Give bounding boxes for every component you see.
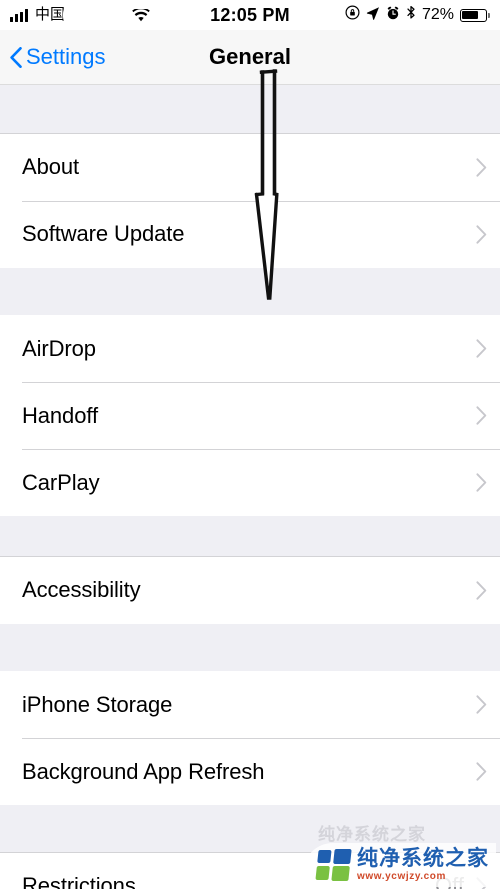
settings-row-label: Handoff xyxy=(22,402,98,428)
windows-squares-logo-icon xyxy=(315,849,352,881)
settings-row-accessibility[interactable]: Accessibility xyxy=(0,556,500,624)
section-gap xyxy=(0,85,500,133)
section-gap xyxy=(0,516,500,556)
settings-row-software-update[interactable]: Software Update xyxy=(0,200,500,268)
settings-section: AirDrop Handoff CarPlay xyxy=(0,315,500,516)
settings-section: About Software Update xyxy=(0,133,500,268)
alarm-clock-icon xyxy=(386,6,400,25)
watermark: 纯净系统之家 www.ycwjzy.com xyxy=(303,843,496,887)
settings-section: iPhone Storage Background App Refresh xyxy=(0,671,500,805)
status-bar-right: 72% xyxy=(345,5,490,25)
settings-row-iphone-storage[interactable]: iPhone Storage xyxy=(0,671,500,738)
watermark-site-name: 纯净系统之家 xyxy=(357,846,489,870)
settings-row-handoff[interactable]: Handoff xyxy=(0,382,500,449)
settings-row-airdrop[interactable]: AirDrop xyxy=(0,315,500,382)
chevron-left-icon xyxy=(10,46,22,68)
watermark-url: www.ycwjzy.com xyxy=(357,871,446,882)
bluetooth-icon xyxy=(406,5,416,25)
watermark-ghost-text: 纯净系统之家 xyxy=(318,825,426,845)
chevron-right-icon xyxy=(476,762,487,781)
back-button-label: Settings xyxy=(26,44,106,69)
battery-icon xyxy=(460,8,490,22)
settings-row-carplay[interactable]: CarPlay xyxy=(0,449,500,516)
settings-row-background-app-refresh[interactable]: Background App Refresh xyxy=(0,738,500,805)
location-arrow-icon xyxy=(366,6,380,25)
navigation-bar: Settings General xyxy=(0,30,500,85)
chevron-right-icon xyxy=(476,224,487,244)
settings-row-label: CarPlay xyxy=(22,469,100,495)
watermark-text: 纯净系统之家 www.ycwjzy.com xyxy=(357,848,489,882)
rotation-lock-icon xyxy=(345,5,360,25)
section-gap xyxy=(0,267,500,315)
back-button[interactable]: Settings xyxy=(10,44,106,70)
settings-row-label: AirDrop xyxy=(22,335,96,361)
settings-list: About Software Update AirDrop Handoff CarPla… xyxy=(0,85,500,889)
settings-row-label: About xyxy=(22,154,79,179)
chevron-right-icon xyxy=(476,695,487,714)
settings-section: Accessibility xyxy=(0,556,500,624)
settings-row-label: Background App Refresh xyxy=(22,758,265,784)
chevron-right-icon xyxy=(476,473,487,492)
status-bar: 中国 12:05 PM 72% xyxy=(0,0,500,30)
settings-row-about[interactable]: About xyxy=(0,133,500,201)
chevron-right-icon xyxy=(476,157,487,177)
settings-row-label: iPhone Storage xyxy=(22,691,173,717)
battery-percent-label: 72% xyxy=(421,6,454,23)
chevron-right-icon xyxy=(476,580,487,600)
chevron-right-icon xyxy=(476,406,487,425)
settings-row-label: Accessibility xyxy=(22,577,141,602)
section-gap xyxy=(0,623,500,671)
iphone-screen: 中国 12:05 PM 72% Settings General About S… xyxy=(0,0,500,889)
settings-row-label: Software Update xyxy=(22,221,185,246)
chevron-right-icon xyxy=(476,339,487,358)
